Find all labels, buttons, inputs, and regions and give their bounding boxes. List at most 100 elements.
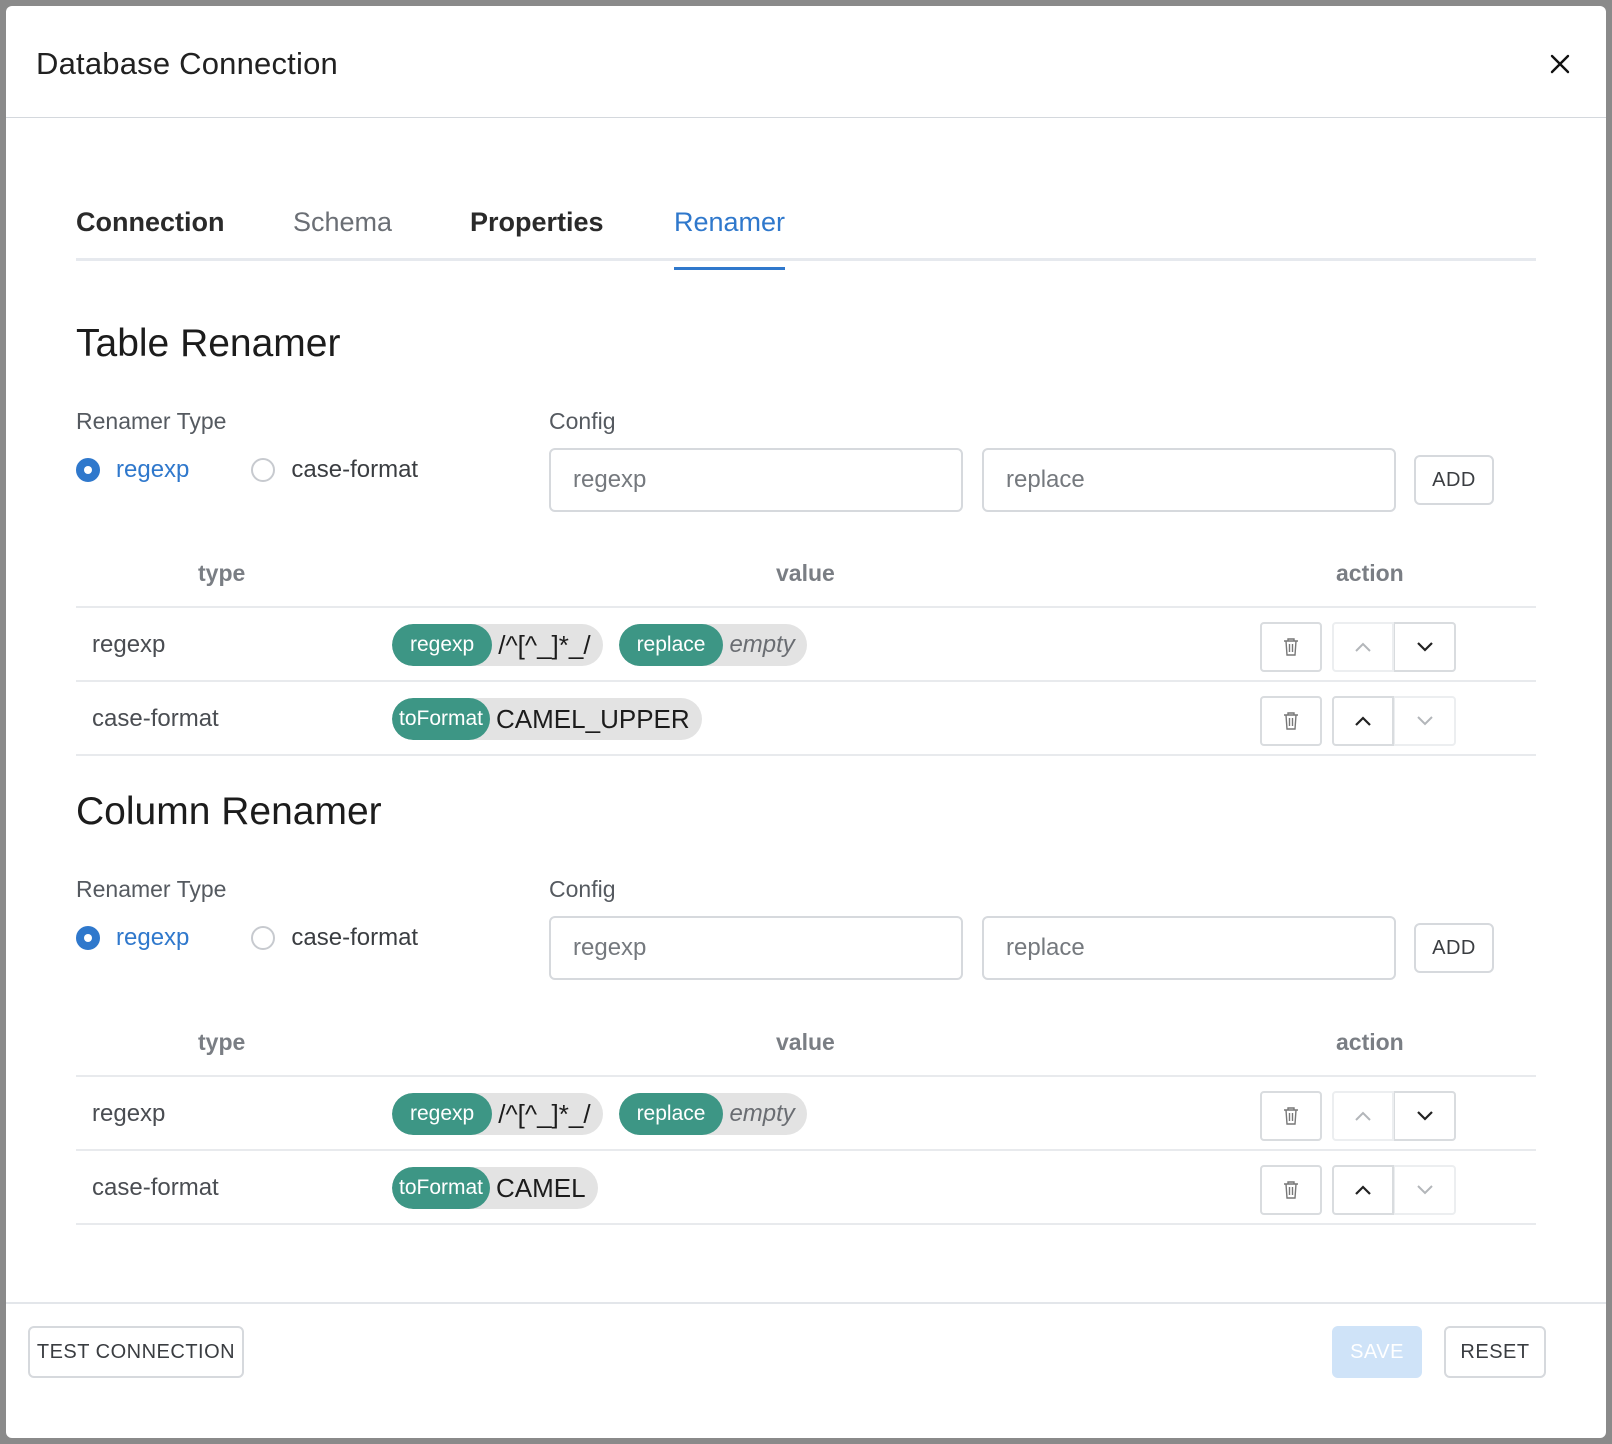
column-regexp-input[interactable] [549, 916, 963, 980]
move-down-button[interactable] [1394, 622, 1456, 672]
column-add-button[interactable]: ADD [1414, 923, 1494, 973]
dialog-title: Database Connection [36, 46, 338, 81]
chip-key: replace [618, 624, 724, 666]
table-radio-regexp[interactable]: regexp [76, 456, 189, 484]
delete-row-button[interactable] [1260, 696, 1322, 746]
row-actions [1260, 622, 1456, 672]
reset-button[interactable]: RESET [1444, 1326, 1546, 1378]
tab-properties[interactable]: Properties [470, 206, 604, 264]
column-renamer-title: Column Renamer [76, 790, 382, 833]
tab-bar: Connection Schema Properties Renamer [76, 196, 1536, 270]
radio-unchecked-icon [251, 926, 276, 950]
save-button[interactable]: SAVE [1332, 1326, 1422, 1378]
table-row: regexp regexp /^[^_]*_/ replace empty [76, 608, 1536, 682]
chip-value: /^[^_]*_/ [498, 1098, 591, 1129]
move-down-button[interactable] [1394, 696, 1456, 746]
move-down-button[interactable] [1394, 1091, 1456, 1141]
value-chip: toFormat CAMEL [392, 1167, 598, 1209]
table-row: case-format toFormat CAMEL [76, 1151, 1536, 1225]
chevron-down-icon [1416, 1185, 1433, 1195]
value-chip: replace empty [618, 624, 807, 666]
row-type: regexp [92, 1100, 166, 1127]
value-chip: regexp /^[^_]*_/ [392, 624, 603, 666]
move-up-button[interactable] [1332, 1165, 1394, 1215]
trash-icon [1284, 712, 1298, 730]
table-radio-case-format[interactable]: case-format [251, 456, 418, 484]
chip-key: regexp [392, 1093, 493, 1135]
column-radio-regexp[interactable]: regexp [76, 924, 189, 952]
chevron-down-icon [1416, 642, 1433, 652]
table-add-button[interactable]: ADD [1414, 455, 1494, 505]
table-replace-input[interactable] [982, 448, 1396, 512]
table-renamer-title: Table Renamer [76, 322, 341, 365]
row-value-chips: regexp /^[^_]*_/ replace empty [392, 624, 823, 666]
test-connection-button[interactable]: TEST CONNECTION [28, 1326, 244, 1378]
column-config-label: Config [549, 876, 616, 902]
column-renamer-type-radio-group: regexp case-format [76, 918, 480, 958]
table-header: type value action [76, 1007, 1536, 1077]
value-chip: toFormat CAMEL_UPPER [392, 698, 702, 740]
row-actions [1260, 696, 1456, 746]
table-row: case-format toFormat CAMEL_UPPER [76, 682, 1536, 756]
chip-value: CAMEL [496, 1172, 586, 1203]
table-regexp-input[interactable] [549, 448, 963, 512]
column-header-value: value [776, 1029, 835, 1055]
radio-label: regexp [116, 456, 190, 483]
dialog-header: Database Connection [6, 6, 1606, 118]
delete-row-button[interactable] [1260, 1091, 1322, 1141]
chip-key: replace [618, 1093, 724, 1135]
close-button[interactable] [1540, 44, 1580, 84]
row-type: case-format [92, 705, 219, 732]
row-type: regexp [92, 631, 166, 658]
trash-icon [1284, 1181, 1298, 1199]
row-actions [1260, 1091, 1456, 1141]
chevron-down-icon [1416, 716, 1433, 726]
radio-checked-icon [76, 458, 100, 482]
chevron-down-icon [1416, 1111, 1433, 1121]
column-radio-case-format[interactable]: case-format [251, 924, 418, 952]
database-connection-dialog: Database Connection Connection Schema Pr… [6, 6, 1606, 1438]
chevron-up-icon [1355, 716, 1371, 726]
move-down-button[interactable] [1394, 1165, 1456, 1215]
radio-label: case-format [291, 456, 419, 483]
close-icon [1550, 54, 1570, 74]
table-config-label: Config [549, 408, 616, 434]
chip-value: /^[^_]*_/ [498, 629, 591, 660]
radio-unchecked-icon [251, 458, 276, 482]
chip-key: toFormat [392, 698, 491, 740]
chip-value: CAMEL_UPPER [496, 703, 690, 734]
table-renamer-type-radio-group: regexp case-format [76, 450, 480, 490]
radio-checked-icon [76, 926, 100, 950]
trash-icon [1284, 1107, 1298, 1125]
tab-connection[interactable]: Connection [76, 206, 225, 264]
row-value-chips: toFormat CAMEL [392, 1167, 614, 1209]
move-up-button[interactable] [1332, 1091, 1394, 1141]
value-chip: replace empty [618, 1093, 807, 1135]
table-header: type value action [76, 538, 1536, 608]
row-value-chips: toFormat CAMEL_UPPER [392, 698, 718, 740]
chip-value: empty [729, 631, 795, 658]
radio-label: regexp [116, 924, 190, 951]
move-up-button[interactable] [1332, 622, 1394, 672]
table-row: regexp regexp /^[^_]*_/ replace empty [76, 1077, 1536, 1151]
column-replace-input[interactable] [982, 916, 1396, 980]
radio-label: case-format [291, 924, 419, 951]
column-header-value: value [776, 560, 835, 586]
column-renamer-type-label: Renamer Type [76, 876, 227, 902]
column-header-type: type [198, 560, 246, 586]
chip-key: regexp [392, 624, 493, 666]
chevron-up-icon [1355, 1185, 1371, 1195]
tab-renamer[interactable]: Renamer [674, 206, 786, 270]
tab-schema[interactable]: Schema [293, 206, 392, 264]
row-actions [1260, 1165, 1456, 1215]
column-header-action: action [1336, 560, 1404, 586]
chevron-up-icon [1355, 642, 1371, 652]
delete-row-button[interactable] [1260, 622, 1322, 672]
move-up-button[interactable] [1332, 696, 1394, 746]
row-value-chips: regexp /^[^_]*_/ replace empty [392, 1093, 823, 1135]
trash-icon [1284, 638, 1298, 656]
delete-row-button[interactable] [1260, 1165, 1322, 1215]
chevron-up-icon [1355, 1111, 1371, 1121]
chip-key: toFormat [392, 1167, 491, 1209]
column-header-action: action [1336, 1029, 1404, 1055]
